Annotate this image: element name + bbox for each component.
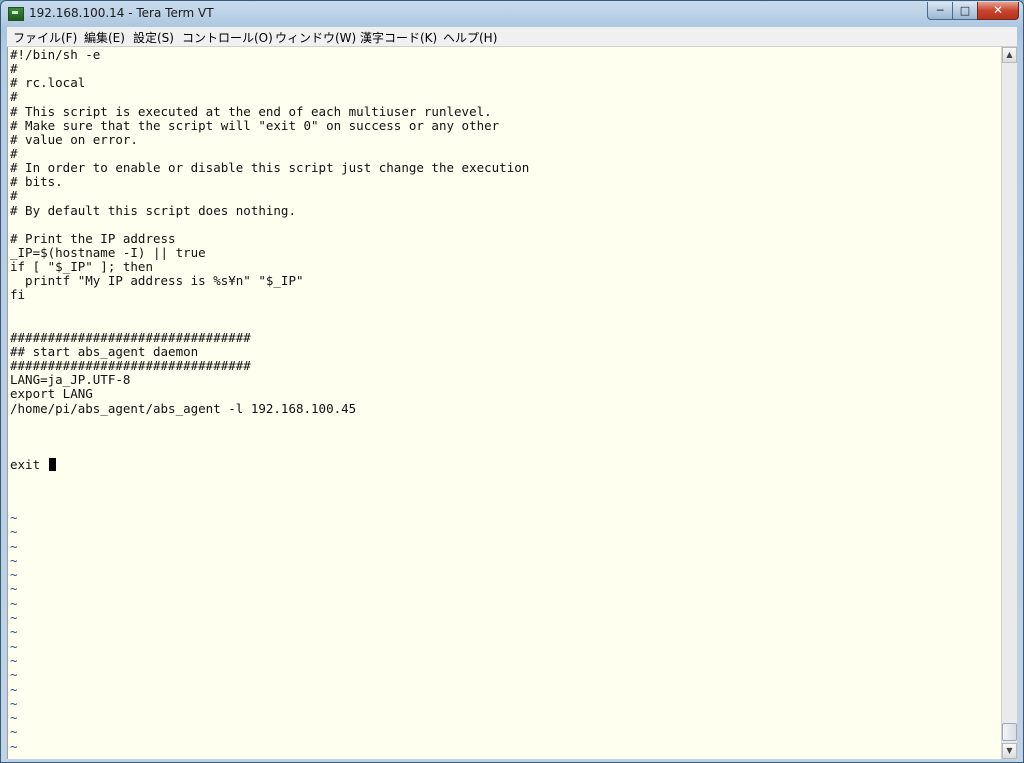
tilde-marker: ~: [10, 681, 18, 697]
terminal-line: #: [10, 89, 18, 105]
terminal-line: fi: [10, 287, 26, 303]
terminal-line: ################################: [10, 358, 251, 374]
tilde-marker: ~: [10, 552, 18, 568]
teraterm-app-icon[interactable]: [8, 7, 24, 21]
terminal-line: # By default this script does nothing.: [10, 202, 296, 218]
menu-bar: ファイル(F) 編集(E) 設定(S) コントロール(O) ウィンドウ(W) 漢…: [7, 27, 1017, 47]
terminal-line: # In order to enable or disable this scr…: [10, 160, 530, 176]
terminal-line: exit: [10, 458, 529, 472]
tilde-marker: ~: [10, 695, 18, 711]
menu-file[interactable]: ファイル(F): [13, 29, 77, 46]
scroll-down-button[interactable]: ▼: [1002, 743, 1017, 759]
title-bar[interactable]: 192.168.100.14 - Tera Term VT ─ □ ✕: [1, 1, 1023, 27]
menu-control[interactable]: コントロール(O): [182, 29, 273, 46]
tilde-marker: ~: [10, 538, 18, 554]
terminal-screen[interactable]: #!/bin/sh -e # # rc.local # # This script is…: [7, 47, 1002, 759]
menu-kanji-code[interactable]: 漢字コード(K): [360, 29, 437, 46]
terminal-line: # Print the IP address: [10, 230, 176, 246]
menu-settings[interactable]: 設定(S): [133, 29, 174, 46]
terminal-line: # rc.local: [10, 75, 86, 91]
terminal-window: 192.168.100.14 - Tera Term VT ─ □ ✕ ファイル…: [0, 0, 1024, 763]
terminal-line: # This script is executed at the end of …: [10, 103, 492, 119]
terminal-line: #!/bin/sh -e: [10, 47, 101, 62]
tilde-marker: ~: [10, 624, 18, 640]
maximize-button[interactable]: □: [952, 2, 978, 20]
menu-window[interactable]: ウィンドウ(W): [275, 29, 356, 46]
terminal-line: # bits.: [10, 174, 63, 190]
tilde-marker: ~: [10, 610, 18, 626]
terminal-line: export LANG: [10, 386, 93, 402]
tilde-marker: ~: [10, 652, 18, 668]
scroll-up-button[interactable]: ▲: [1002, 47, 1017, 63]
terminal-line-text: exit: [10, 457, 48, 473]
tilde-marker: ~: [10, 667, 18, 683]
terminal-line: #: [10, 61, 18, 77]
terminal-line: LANG=ja_JP.UTF-8: [10, 372, 131, 388]
tilde-marker: ~: [10, 595, 18, 611]
window-title: 192.168.100.14 - Tera Term VT: [29, 6, 214, 20]
tilde-marker: ~: [10, 581, 18, 597]
tilde-marker: ~: [10, 710, 18, 726]
menu-help[interactable]: ヘルプ(H): [443, 29, 497, 46]
terminal-line: printf "My IP address is %s¥n" "$_IP": [10, 273, 304, 289]
terminal-text: #!/bin/sh -e # # rc.local # # This script is…: [10, 47, 530, 472]
terminal-line: if [ "$_IP" ]; then: [10, 259, 153, 275]
terminal-line: /home/pi/abs_agent/abs_agent -l 192.168.…: [10, 400, 357, 416]
vi-empty-line-markers: ~~~~~~~~~~~~~~~~~~: [10, 510, 18, 759]
terminal-line: _IP=$(hostname -I) || true: [10, 244, 206, 260]
tilde-marker: ~: [10, 724, 18, 740]
tilde-marker: ~: [10, 738, 18, 754]
scroll-thumb[interactable]: [1002, 723, 1017, 741]
close-button[interactable]: ✕: [977, 2, 1019, 20]
terminal-line: #: [10, 188, 18, 204]
terminal-line: # Make sure that the script will "exit 0…: [10, 117, 500, 133]
terminal-line: # value on error.: [10, 131, 138, 147]
terminal-line: ################################: [10, 329, 251, 345]
vertical-scrollbar[interactable]: ▲ ▼: [1001, 47, 1017, 759]
terminal-line: #: [10, 145, 18, 161]
tilde-marker: ~: [10, 510, 18, 525]
minimize-button[interactable]: ─: [927, 2, 953, 20]
tilde-marker: ~: [10, 567, 18, 583]
tilde-marker: ~: [10, 753, 18, 759]
menu-edit[interactable]: 編集(E): [84, 29, 125, 46]
tilde-marker: ~: [10, 638, 18, 654]
text-cursor: [48, 458, 56, 472]
terminal-line: ## start abs_agent daemon: [10, 343, 199, 359]
tilde-marker: ~: [10, 524, 18, 540]
